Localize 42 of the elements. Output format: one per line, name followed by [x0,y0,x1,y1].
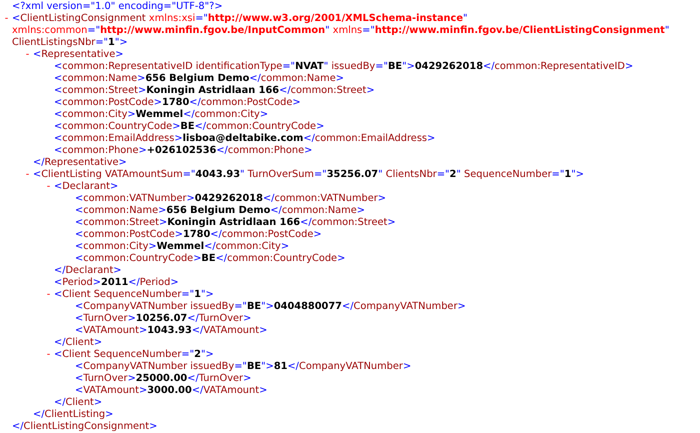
xml-line: <common:Street>Koningin Astridlaan 166</common:Street> [54,85,375,97]
xml-line: <common:VATNumber>0429262018</common:VATNumber> [75,193,386,205]
collapse-toggle[interactable]: - [46,350,50,360]
xml-line: xmlns:common="http://www.minfin.fgov.be/InputCommon" xmlns="http://www.minfin.fgov.be/ClientListingConsignment" [12,25,670,37]
collapse-toggle[interactable]: - [4,14,8,24]
xml-line: <common:EmailAddress>lisboa@deltabike.com</common:EmailAddress> [54,133,436,145]
xml-line: </ClientListing> [33,409,114,421]
xml-line: <Client SequenceNumber="2"> [54,349,214,361]
xml-line: <common:City>Wemmel</common:City> [75,241,290,253]
xml-line: </ClientListingConsignment> [12,421,158,433]
xml-line: <CompanyVATNumber issuedBy="BE">81</CompanyVATNumber> [75,361,412,373]
xml-line: <VATAmount>3000.00</VATAmount> [75,385,268,397]
xml-line: <TurnOver>10256.07</TurnOver> [75,313,252,325]
xml-line: <common:Phone>+026102536</common:Phone> [54,145,312,157]
xml-line: <common:PostCode>1780</common:PostCode> [75,229,322,241]
xml-line: <VATAmount>1043.93</VATAmount> [75,325,268,337]
xml-line: <common:RepresentativeID identificationType="NVAT" issuedBy="BE">0429262018</common:RepresentativeID> [54,61,634,73]
xml-line: <common:PostCode>1780</common:PostCode> [54,97,301,109]
xml-line: <CompanyVATNumber issuedBy="BE">0404880077</CompanyVATNumber> [75,301,466,313]
xml-line: <common:Street>Koningin Astridlaan 166</common:Street> [75,217,396,229]
xml-line: </Declarant> [54,265,122,277]
xml-line: <Representative> [33,49,124,61]
xml-line: </Client> [54,337,102,349]
xml-line: <ClientListingConsignment xmlns:xsi="http://www.w3.org/2001/XMLSchema-instance" [12,13,468,25]
xml-line: <Client SequenceNumber="1"> [54,289,214,301]
collapse-toggle[interactable]: - [26,50,30,60]
xml-line: <common:City>Wemmel</common:City> [54,109,268,121]
collapse-toggle[interactable]: - [46,182,50,192]
xml-line: <Declarant> [54,181,118,193]
xml-line: <TurnOver>25000.00</TurnOver> [75,373,252,385]
collapse-toggle[interactable]: - [26,170,30,180]
xml-line: </Representative> [33,157,127,169]
xml-line: <common:Name>656 Belgium Demo</common:Name> [54,73,344,85]
xml-line: <Period>2011</Period> [54,277,179,289]
xml-line: </Client> [54,397,102,409]
xml-line: <ClientListing VATAmountSum="4043.93" TurnOverSum="35256.07" ClientsNbr="2" SequenceNumber="1"> [33,169,584,181]
xml-line: <common:Name>656 Belgium Demo</common:Name> [75,205,365,217]
xml-line: ClientListingsNbr="1"> [12,37,128,49]
xml-line: <common:CountryCode>BE</common:CountryCode> [54,121,324,133]
xml-line: <common:CountryCode>BE</common:CountryCode> [75,253,346,265]
collapse-toggle[interactable]: - [46,290,50,300]
xml-line: <?xml version="1.0" encoding="UTF-8"?> [12,1,223,13]
